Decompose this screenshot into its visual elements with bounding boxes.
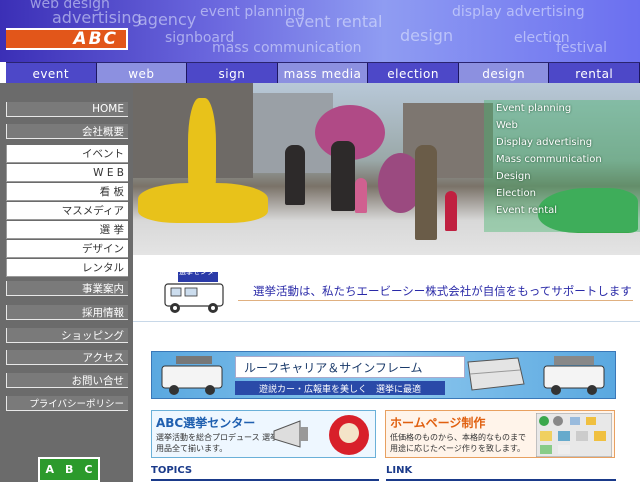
divider: [386, 479, 616, 481]
banner-title: ルーフキャリア＆サインフレーム: [235, 356, 465, 378]
browser-toolbar-icon: [536, 413, 612, 457]
divider: [151, 479, 379, 481]
sidebar-item-contact[interactable]: お問い合せ: [6, 373, 128, 388]
sidebar-item-sign[interactable]: 看 板: [6, 183, 128, 201]
sidebar-item-election[interactable]: 選 挙: [6, 221, 128, 239]
divider: [238, 300, 633, 301]
person: [415, 145, 437, 240]
banner-subtitle: 遊説カー・広報車を美しく 選挙に最適: [235, 381, 445, 395]
nav-item-rental[interactable]: rental: [549, 63, 640, 84]
election-center-card[interactable]: ABC選挙センター 選挙活動を総合プロデュース 選挙用品全て揃います。: [151, 410, 376, 458]
tagline-text: 選挙活動は、私たちエービーシー株式会社が自信をもってサポートします: [253, 284, 632, 298]
photo-menu-item[interactable]: Web: [484, 117, 640, 134]
site-header: web design advertising agency event plan…: [0, 0, 640, 62]
nav-item-mass-media[interactable]: mass media: [277, 63, 369, 84]
photo-menu-item[interactable]: Display advertising: [484, 134, 640, 151]
photo-menu-item[interactable]: Design: [484, 168, 640, 185]
sidebar-item-recruit[interactable]: 採用情報: [6, 305, 128, 320]
homepage-card[interactable]: ホームページ制作 低価格のものから、本格的なものまで 用途に応じたページ作りを致…: [385, 410, 615, 458]
sidebar-item-access[interactable]: アクセス: [6, 350, 128, 365]
sidebar: HOME 会社概要 イベント W E B 看 板 マスメディア 選 挙 デザイン…: [0, 83, 133, 482]
sidebar-item-web[interactable]: W E B: [6, 164, 128, 182]
megaphone-icon: [273, 420, 308, 448]
van-sign: 選挙センター: [179, 268, 221, 276]
badge-letter: B: [65, 463, 74, 476]
sidebar-item-event[interactable]: イベント: [6, 145, 128, 163]
sidebar-item-privacy[interactable]: プライバシーポリシー: [6, 396, 128, 411]
sidebar-item-mass-media[interactable]: マスメディア: [6, 202, 128, 220]
photo-menu-item[interactable]: Election: [484, 185, 640, 202]
nav-item-election[interactable]: election: [368, 63, 459, 84]
card-description: 低価格のものから、本格的なものまで 用途に応じたページ作りを致します。: [390, 433, 526, 453]
person: [445, 191, 457, 231]
header-bg-word: design: [400, 26, 454, 45]
top-nav: event web sign mass media election desig…: [6, 62, 640, 84]
photo-menu-item[interactable]: Event planning: [484, 100, 640, 117]
sidebar-item-design[interactable]: デザイン: [6, 240, 128, 258]
photo-menu-item[interactable]: Event rental: [484, 202, 640, 219]
nav-item-event[interactable]: event: [6, 63, 97, 84]
person: [285, 145, 305, 205]
sidebar-item-business[interactable]: 事業案内: [6, 281, 128, 296]
nav-item-web[interactable]: web: [96, 63, 188, 84]
card-title: ホームページ制作: [390, 416, 486, 430]
daruma-icon: [329, 415, 369, 455]
header-bg-word: advertising: [52, 8, 142, 27]
abc-badge[interactable]: A B C: [38, 457, 100, 482]
link-heading: LINK: [386, 465, 413, 476]
person: [355, 178, 367, 213]
badge-letter: C: [84, 463, 93, 476]
card-title: ABC選挙センター: [156, 416, 256, 430]
carrier-icon: [467, 357, 525, 391]
tagline-row: 選挙センター 選挙活動は、私たちエービーシー株式会社が自信をもってサポートします: [133, 255, 640, 321]
card-description: 選挙活動を総合プロデュース 選挙用品全て揃います。: [156, 433, 279, 453]
nav-item-design[interactable]: design: [458, 63, 550, 84]
photo-menu: Event planning Web Display advertising M…: [484, 100, 640, 232]
sidebar-item-rental[interactable]: レンタル: [6, 259, 128, 277]
topics-heading: TOPICS: [151, 465, 193, 476]
header-bg-word: event rental: [285, 12, 383, 31]
van-icon: [543, 356, 605, 395]
sidebar-item-shopping[interactable]: ショッピング: [6, 328, 128, 343]
main-content: ルーフキャリア＆サインフレーム 遊説カー・広報車を美しく 選挙に最適 ABC選挙…: [133, 321, 640, 483]
hero-photo: Event planning Web Display advertising M…: [133, 83, 640, 255]
roof-carrier-banner[interactable]: ルーフキャリア＆サインフレーム 遊説カー・広報車を美しく 選挙に最適: [151, 351, 616, 399]
header-bg-word: display advertising: [452, 4, 585, 20]
header-bg-word: agency: [138, 10, 197, 29]
header-bg-word: festival: [556, 40, 607, 56]
nav-item-sign[interactable]: sign: [187, 63, 278, 84]
logo-text: ABC: [73, 29, 118, 49]
header-bg-word: mass communication: [212, 40, 362, 56]
site-logo[interactable]: ABC: [6, 28, 128, 50]
sidebar-item-home[interactable]: HOME: [6, 102, 128, 117]
giraffe-balloon: [138, 183, 268, 223]
photo-menu-item[interactable]: Mass communication: [484, 151, 640, 168]
sidebar-item-company[interactable]: 会社概要: [6, 124, 128, 139]
person: [331, 141, 355, 211]
van-icon: [161, 356, 223, 395]
badge-letter: A: [45, 463, 55, 476]
